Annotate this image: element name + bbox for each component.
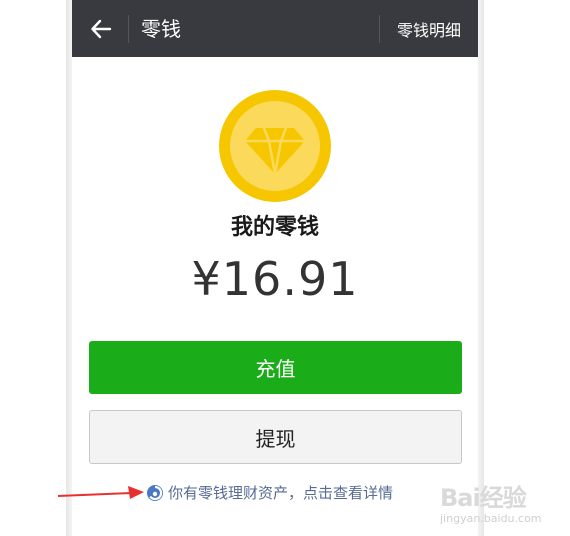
baidu-watermark: Bai经验 jingyan.baidu.com [436,472,570,536]
arrow-left-icon [91,19,112,39]
balance-amount: ¥16.91 [191,252,359,306]
wealth-assets-link[interactable]: 你有零钱理财资产，点击查看详情 [146,481,393,505]
diamond-coin-icon [219,90,331,202]
wealth-link-text: 你有零钱理财资产，点击查看详情 [168,484,394,502]
topup-button[interactable]: 充值 [89,341,462,394]
wealth-icon [147,485,163,501]
red-arrow-annotation [57,486,144,499]
back-button[interactable] [84,12,118,46]
wallet-label: 我的零钱 [230,215,319,240]
watermark-subtext: jingyan.baidu.com [440,512,542,525]
title-divider [128,15,129,43]
transaction-details-link[interactable]: 零钱明细 [380,15,478,43]
title-bar: 零钱 零钱明细 [72,0,478,57]
watermark-text: Bai经验 [440,484,527,512]
withdraw-button[interactable]: 提现 [89,410,462,464]
page-title: 零钱 [141,17,181,41]
wallet-screen: 零钱 零钱明细 我的零钱 ¥16.91 充值 提现 你有零钱理财资产，点击查看详… [72,0,478,536]
phone-frame-right [478,0,484,536]
